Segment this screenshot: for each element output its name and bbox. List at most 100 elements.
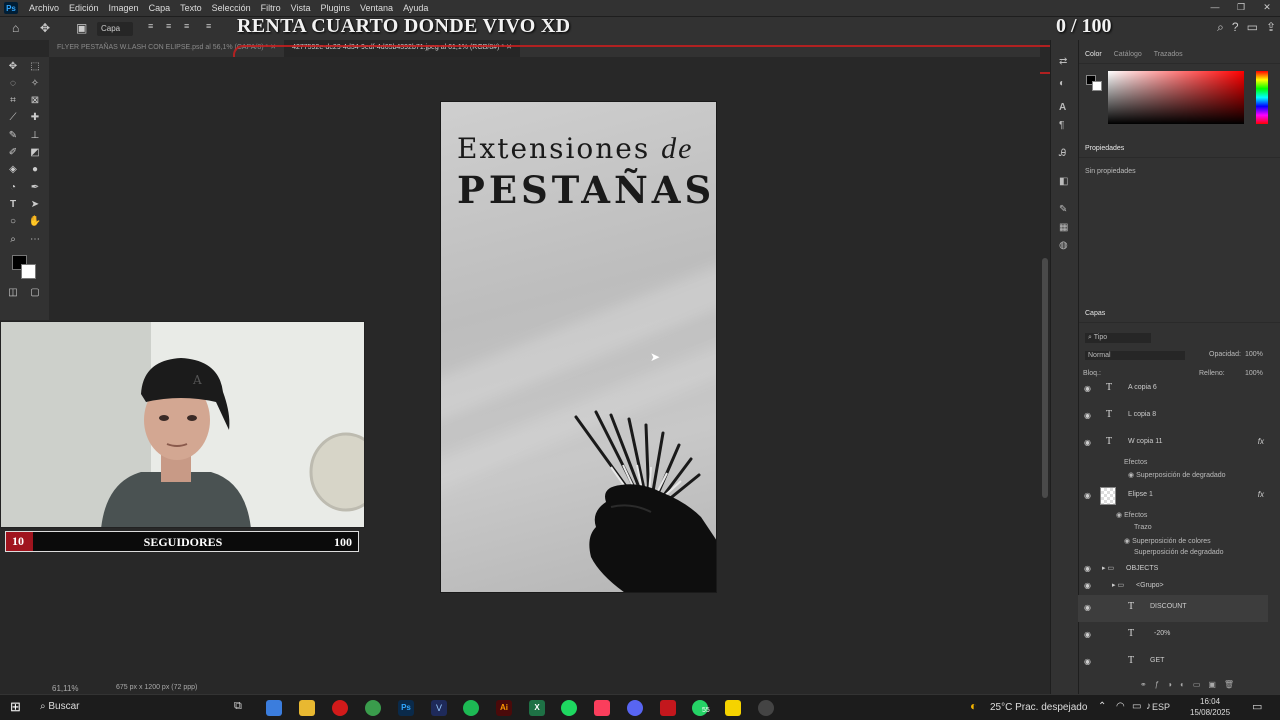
swatches-icon[interactable]: ▦ [1059, 222, 1068, 233]
healing-brush-icon[interactable]: ✚ [28, 111, 42, 125]
misc-app-icon[interactable] [758, 700, 774, 716]
layer-filter-dropdown[interactable]: ⌕ Tipo [1085, 333, 1151, 343]
panel-background-swatch[interactable] [1092, 81, 1102, 91]
align-left-icon[interactable]: ≡ [148, 21, 153, 31]
tab-propiedades[interactable]: Propiedades [1079, 145, 1130, 152]
menu-vista[interactable]: Vista [286, 3, 316, 13]
color-icon[interactable]: ◐ [1059, 78, 1065, 89]
excel-icon[interactable]: X [529, 700, 545, 716]
visibility-eye-icon[interactable]: ◉ [1084, 564, 1091, 573]
layer-row[interactable]: ◉ T DISCOUNT [1078, 595, 1268, 622]
help-icon[interactable]: ? [1232, 20, 1239, 35]
notifications-icon[interactable]: ▭ [1252, 700, 1262, 713]
move-tool-icon[interactable]: ✥ [6, 60, 20, 74]
paragraph-icon[interactable]: ¶ [1059, 120, 1064, 131]
tab-capas[interactable]: Capas [1079, 310, 1111, 317]
character-icon[interactable]: A [1059, 102, 1066, 113]
task-view-icon[interactable]: ⧉ [234, 700, 242, 713]
lasso-tool-icon[interactable]: ◌ [6, 77, 20, 91]
visibility-eye-icon[interactable]: ◉ [1084, 630, 1091, 639]
color-picker-field[interactable] [1108, 71, 1244, 124]
magic-wand-icon[interactable]: ✧ [28, 77, 42, 91]
layer-row[interactable]: ◉ T -20% [1078, 622, 1268, 649]
align-center-icon[interactable]: ≡ [166, 21, 171, 31]
menu-ayuda[interactable]: Ayuda [398, 3, 433, 13]
zoom-tool-icon[interactable]: ⌕ [6, 233, 20, 247]
fx-icon[interactable]: fx [1258, 490, 1264, 499]
search-icon[interactable]: ⌕ [1217, 20, 1224, 35]
brush-tool-icon[interactable]: ✎ [6, 129, 20, 143]
vscode-icon[interactable]: V [431, 700, 447, 716]
blend-mode-dropdown[interactable]: Normal [1085, 351, 1185, 360]
eyedropper-icon[interactable]: ⟋ [6, 111, 20, 125]
tab-trazados[interactable]: Trazados [1148, 51, 1189, 58]
frame-tool-icon[interactable]: ⊠ [28, 94, 42, 108]
discord-icon[interactable] [627, 700, 643, 716]
tray-chevron-icon[interactable]: ⌃ [1098, 701, 1106, 712]
stamp-tool-icon[interactable]: ⊥ [28, 129, 42, 143]
layer-effect-row[interactable]: ◉ Superposición de colores [1124, 537, 1211, 545]
weather-text[interactable]: 25°C Prac. despejado [990, 702, 1087, 713]
layer-effect-row[interactable]: ◉ Superposición de degradado [1128, 471, 1226, 479]
ellipse-tool-icon[interactable]: ○ [6, 215, 20, 229]
tab-catalogo[interactable]: Catálogo [1108, 51, 1148, 58]
visibility-eye-icon[interactable]: ◉ [1084, 603, 1091, 612]
document-canvas[interactable]: Extensiones de PESTAÑAS [441, 102, 716, 592]
notes-icon[interactable] [725, 700, 741, 716]
menu-filtro[interactable]: Filtro [256, 3, 286, 13]
history-brush-icon[interactable]: ✐ [6, 146, 20, 160]
layers-footer-icons[interactable]: ⚭ƒ◑◐▭▣🗑 [1140, 680, 1242, 689]
chrome-icon[interactable] [365, 700, 381, 716]
history-icon[interactable]: ⇄ [1059, 56, 1067, 67]
music-icon[interactable] [594, 700, 610, 716]
menu-edicion[interactable]: Edición [64, 3, 104, 13]
photoshop-taskbar-icon[interactable]: Ps [398, 700, 414, 716]
background-color-swatch[interactable] [21, 264, 36, 279]
network-icon[interactable]: ▭ [1132, 701, 1141, 712]
menu-archivo[interactable]: Archivo [24, 3, 64, 13]
layer-row[interactable]: ◉ Elipse 1 fx [1078, 483, 1268, 510]
pen-tool-icon[interactable]: ✒ [28, 181, 42, 195]
hand-tool-icon[interactable]: ✋ [28, 215, 42, 229]
maximize-button[interactable]: ❐ [1228, 0, 1254, 16]
layer-row[interactable]: ◉ T A copia 6 [1078, 376, 1268, 403]
screen-mode-icon[interactable]: ▢ [28, 286, 42, 300]
close-button[interactable]: ✕ [1254, 0, 1280, 16]
distribute-icon[interactable]: ≡ [206, 21, 211, 31]
layer-group-row[interactable]: ◉ ▸ ▭ <Grupo> [1078, 578, 1268, 595]
clock-date[interactable]: 15/08/2025 [1190, 708, 1230, 717]
quick-mask-icon[interactable]: ◫ [6, 286, 20, 300]
crop-tool-icon[interactable]: ⌗ [6, 94, 20, 108]
spotify-icon[interactable] [561, 700, 577, 716]
clock-time[interactable]: 16:04 [1200, 697, 1220, 706]
type-tool-icon[interactable]: T [6, 198, 20, 212]
path-select-icon[interactable]: ➤ [28, 198, 42, 212]
auto-select-dropdown[interactable]: Capa [97, 22, 133, 36]
menu-seleccion[interactable]: Selección [207, 3, 256, 13]
menu-texto[interactable]: Texto [175, 3, 207, 13]
layer-row[interactable]: ◉ T L copia 8 [1078, 403, 1268, 430]
visibility-eye-icon[interactable]: ◉ [1084, 384, 1091, 393]
menu-imagen[interactable]: Imagen [104, 3, 144, 13]
visibility-eye-icon[interactable]: ◉ [1084, 581, 1091, 590]
visibility-eye-icon[interactable]: ◉ [1084, 438, 1091, 447]
layer-group-row[interactable]: ◉ ▸ ▭ OBJECTS [1078, 561, 1268, 578]
opacity-input[interactable]: 100% [1245, 351, 1263, 358]
green-app-icon[interactable] [463, 700, 479, 716]
blur-icon[interactable]: ● [28, 163, 42, 177]
illustrator-icon[interactable]: Ai [496, 700, 512, 716]
adjustments-icon[interactable]: ◧ [1059, 176, 1068, 187]
layer-effects-row[interactable]: ◉ Efectos [1116, 511, 1147, 519]
align-right-icon[interactable]: ≡ [184, 21, 189, 31]
marquee-tool-icon[interactable]: ⬚ [28, 60, 42, 74]
visibility-eye-icon[interactable]: ◉ [1084, 411, 1091, 420]
wifi-icon[interactable]: ◠ [1116, 701, 1125, 712]
minimize-button[interactable]: — [1202, 0, 1228, 16]
brush-settings-icon[interactable]: ✎ [1059, 204, 1067, 215]
layer-row[interactable]: ◉ T GET [1078, 649, 1268, 676]
visibility-eye-icon[interactable]: ◉ [1084, 657, 1091, 666]
fx-icon[interactable]: fx [1258, 437, 1264, 446]
red-app-icon[interactable] [660, 700, 676, 716]
windows-start-icon[interactable]: ⊞ [10, 699, 21, 715]
menu-capa[interactable]: Capa [144, 3, 176, 13]
